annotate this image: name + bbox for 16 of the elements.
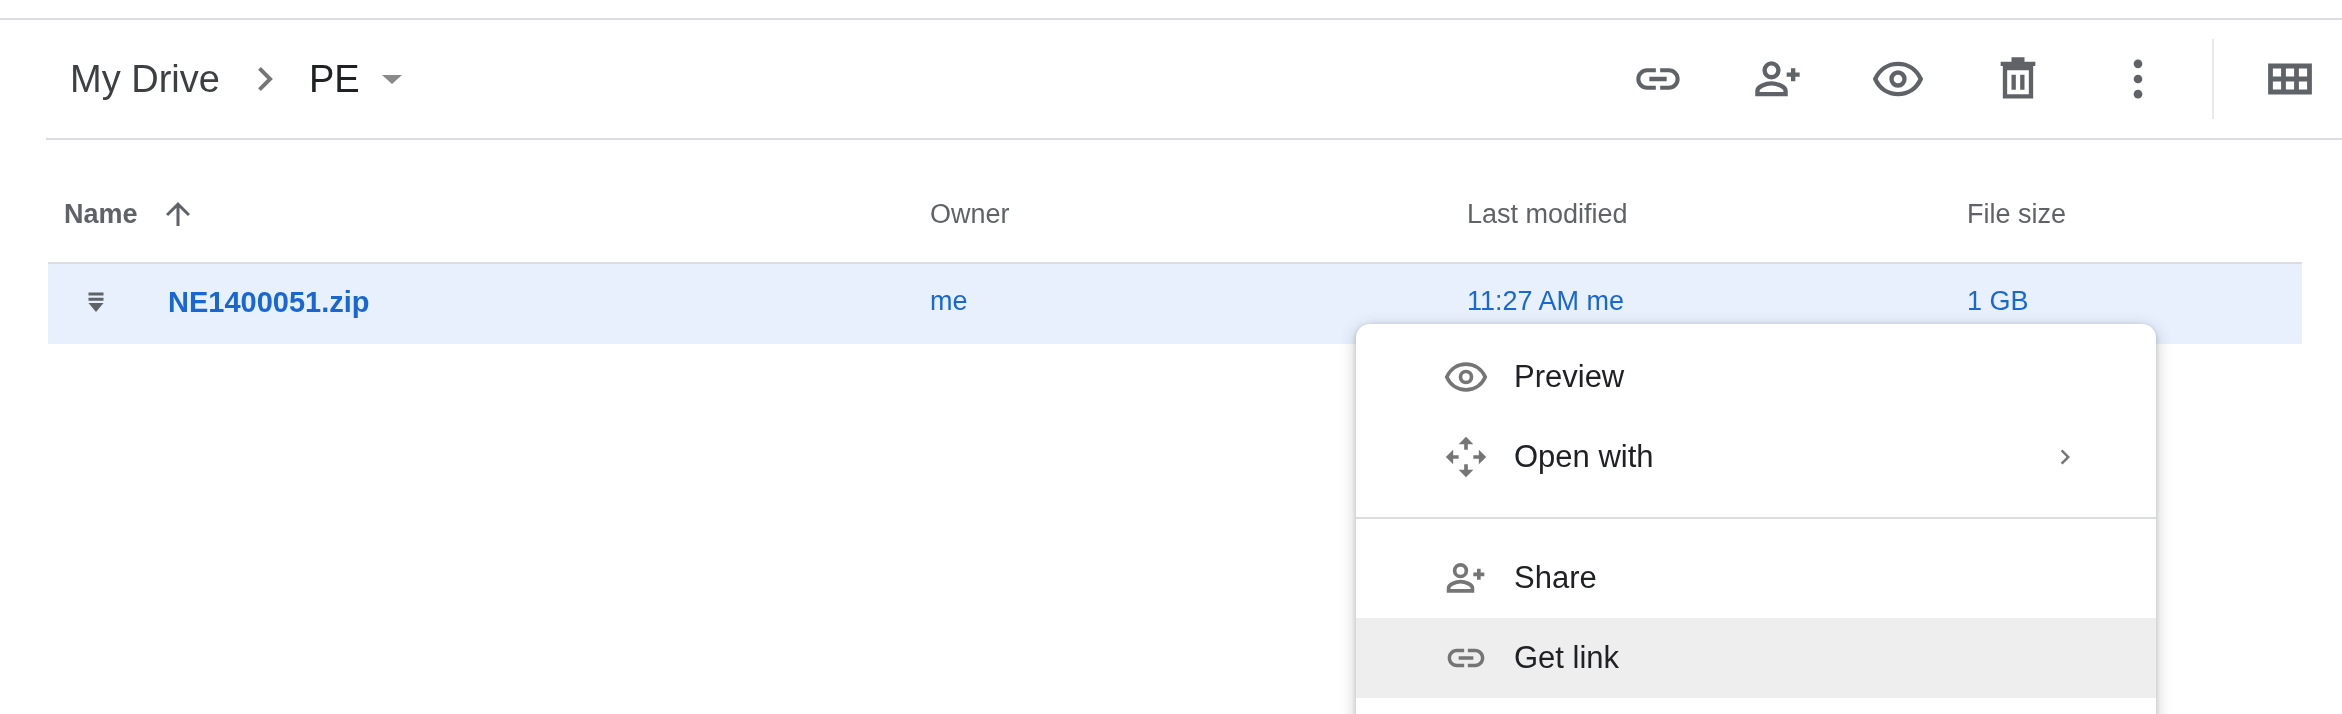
modified-cell: 11:27 AM me [1467, 286, 1625, 317]
column-header[interactable]: File size [1967, 198, 2067, 230]
owner-cell: me [930, 286, 968, 317]
column-header[interactable]: Owner [930, 198, 1010, 230]
breadcrumb-item[interactable]: My Drive [70, 57, 220, 101]
breadcrumb-item[interactable]: PE [308, 57, 360, 101]
file-name: NE1400051.zip [168, 286, 370, 319]
file-row[interactable]: NE1400051.zip me 11:27 AM me 1 GB [48, 264, 2302, 344]
chevron-right-icon [257, 67, 273, 91]
file-size-cell: 1 GB [1967, 286, 2029, 317]
menu-item[interactable]: Open with [1356, 417, 2156, 497]
move-arrows-icon [1444, 435, 1488, 479]
menu-item[interactable]: Share [1356, 538, 2156, 618]
column-header[interactable]: Name [64, 198, 138, 230]
column-header[interactable]: Last modified [1467, 198, 1628, 230]
menu-item[interactable]: Get link [1356, 618, 2156, 698]
